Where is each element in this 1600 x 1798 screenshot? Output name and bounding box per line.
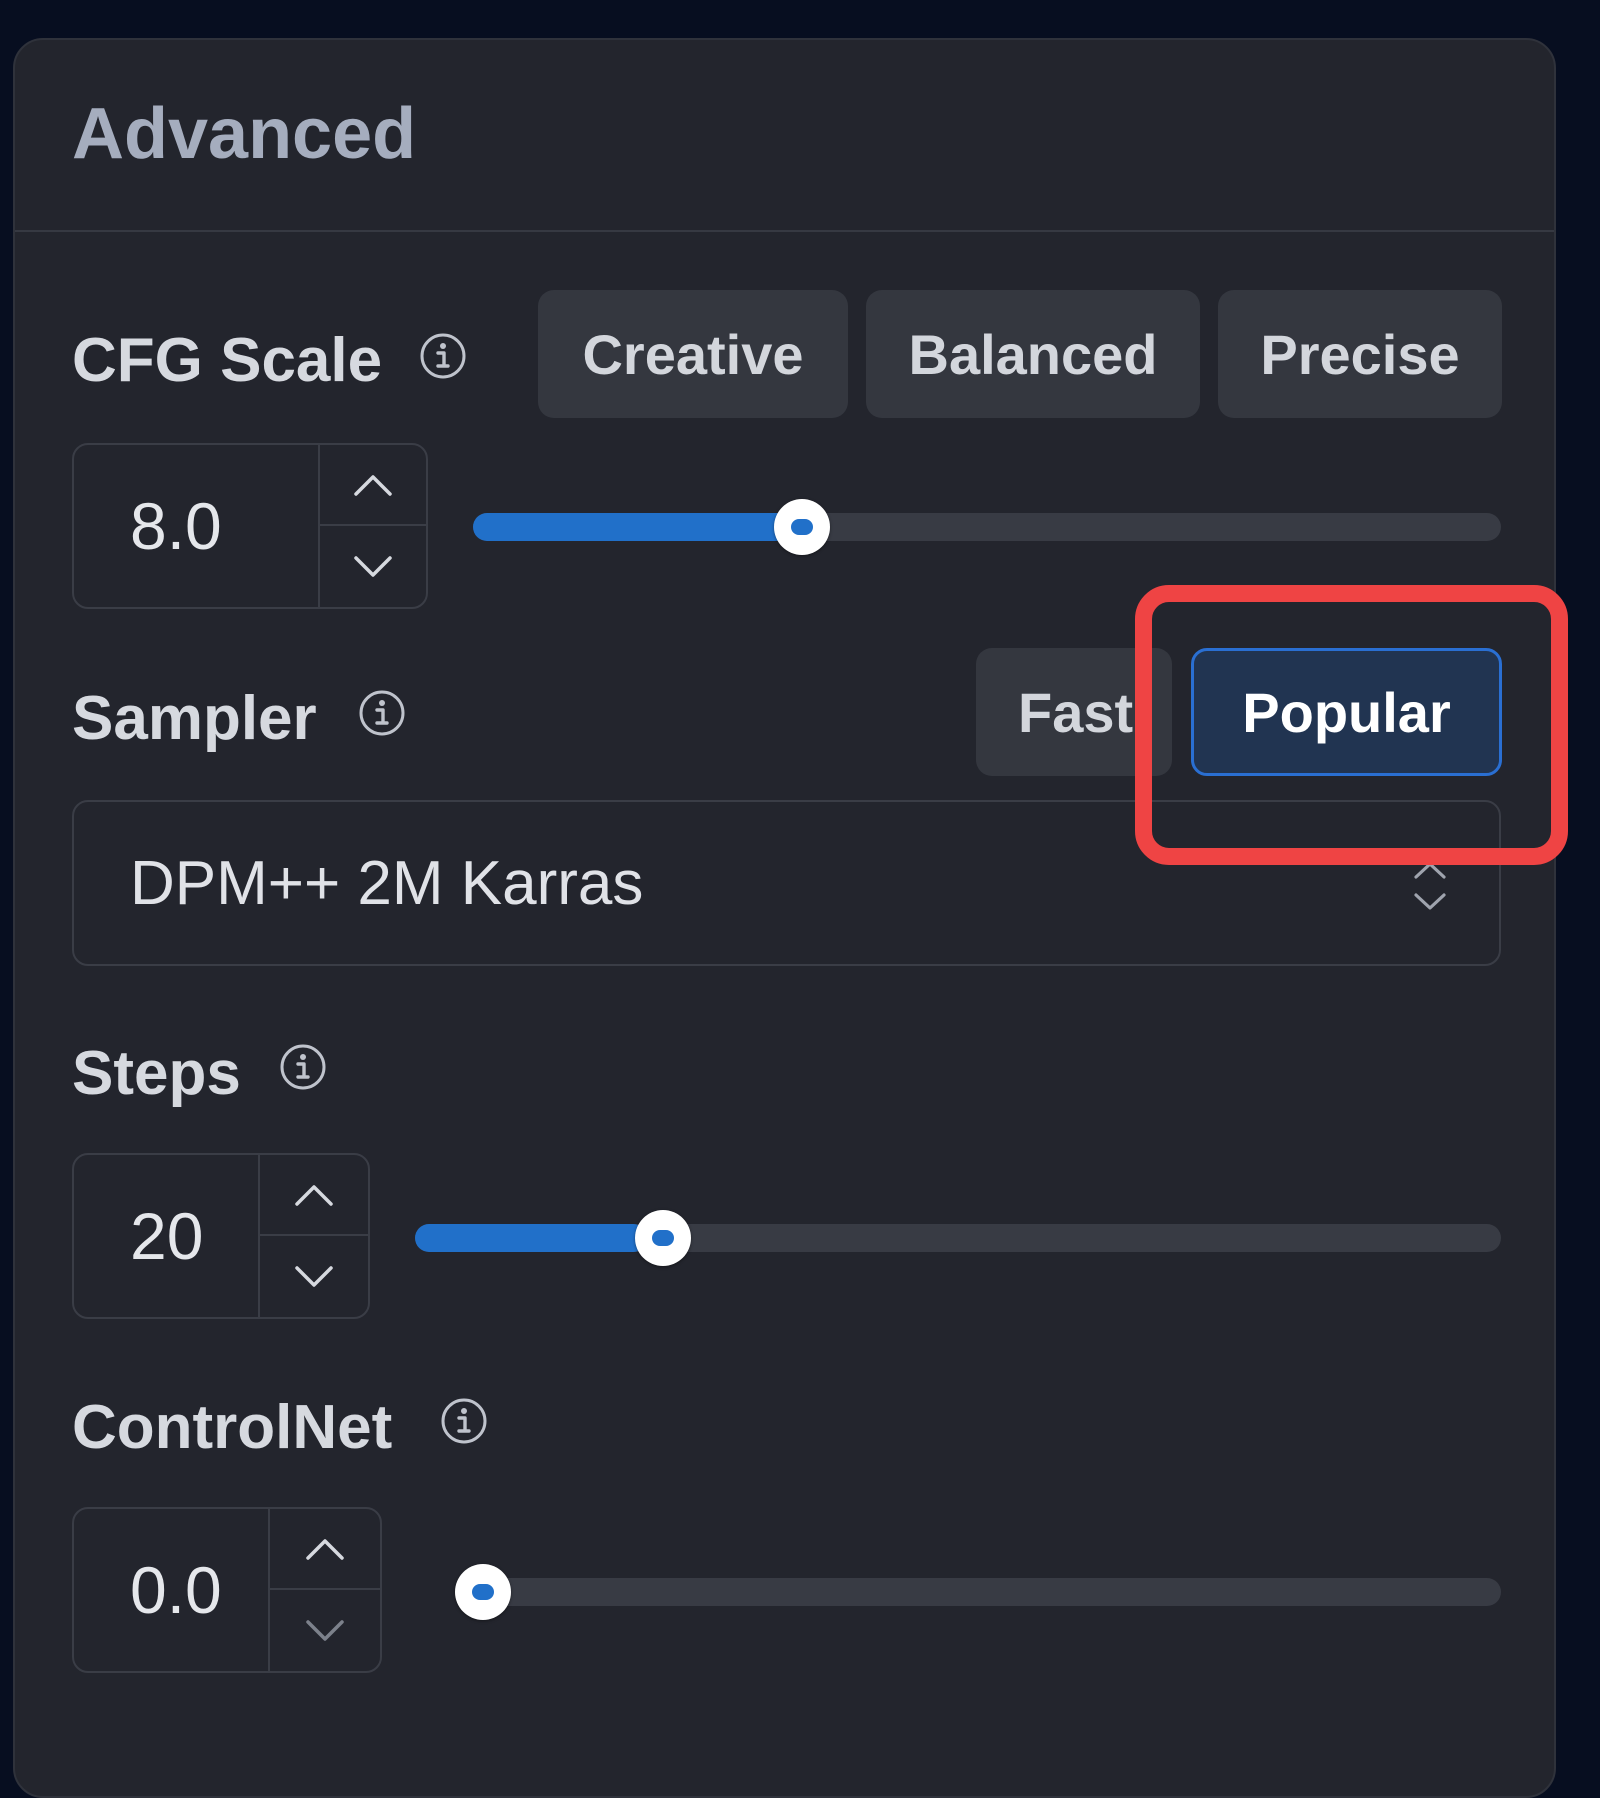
cfg-scale-label: CFG Scale — [72, 326, 383, 395]
controlnet-stepper — [268, 1509, 380, 1671]
steps-stepper — [258, 1155, 368, 1317]
controlnet-info-icon[interactable] — [440, 1397, 488, 1445]
controlnet-value[interactable]: 0.0 — [130, 1509, 222, 1671]
chevron-down-icon — [295, 1265, 333, 1287]
cfg-scale-slider[interactable] — [473, 499, 1501, 555]
controlnet-slider[interactable] — [455, 1564, 1501, 1620]
sampler-select[interactable]: DPM++ 2M Karras — [72, 800, 1501, 966]
cfg-scale-number-input[interactable]: 8.0 — [72, 443, 428, 609]
chevron-down-icon — [306, 1619, 344, 1641]
cfg-scale-value[interactable]: 8.0 — [130, 445, 222, 607]
chevron-up-icon — [306, 1538, 344, 1560]
chevron-up-icon — [295, 1184, 333, 1206]
steps-label: Steps — [72, 1039, 241, 1108]
cfg-preset-balanced-button[interactable]: Balanced — [866, 290, 1200, 418]
advanced-panel: Advanced CFG Scale Creative Balanced Pre… — [13, 38, 1556, 1798]
sampler-filter-popular-button[interactable]: Popular — [1191, 648, 1502, 776]
controlnet-label: ControlNet — [72, 1393, 393, 1462]
steps-value[interactable]: 20 — [130, 1155, 203, 1317]
controlnet-decrement-button[interactable] — [270, 1590, 380, 1671]
controlnet-increment-button[interactable] — [270, 1509, 380, 1590]
sampler-filter-fast-button[interactable]: Fast — [976, 648, 1172, 776]
cfg-scale-increment-button[interactable] — [320, 445, 426, 526]
steps-slider-fill — [415, 1224, 648, 1252]
controlnet-number-input[interactable]: 0.0 — [72, 1507, 382, 1673]
steps-decrement-button[interactable] — [260, 1236, 368, 1317]
steps-slider-thumb[interactable] — [635, 1210, 692, 1266]
steps-info-icon[interactable] — [279, 1043, 327, 1091]
cfg-scale-decrement-button[interactable] — [320, 526, 426, 607]
sampler-selected-value: DPM++ 2M Karras — [130, 848, 644, 918]
chevron-up-down-icon — [1414, 862, 1446, 910]
controlnet-slider-track[interactable] — [455, 1578, 1501, 1606]
cfg-preset-creative-button[interactable]: Creative — [538, 290, 848, 418]
controlnet-slider-thumb[interactable] — [455, 1564, 511, 1620]
cfg-scale-slider-fill — [473, 513, 792, 541]
sampler-label: Sampler — [72, 684, 317, 753]
cfg-preset-precise-button[interactable]: Precise — [1218, 290, 1502, 418]
panel-header: Advanced — [15, 40, 1554, 232]
cfg-scale-slider-thumb[interactable] — [774, 499, 831, 555]
cfg-scale-info-icon[interactable] — [419, 332, 467, 380]
steps-slider[interactable] — [415, 1210, 1501, 1266]
sampler-info-icon[interactable] — [358, 689, 406, 737]
chevron-down-icon — [354, 555, 392, 577]
panel-title: Advanced — [72, 94, 417, 174]
chevron-up-icon — [354, 474, 392, 496]
steps-increment-button[interactable] — [260, 1155, 368, 1236]
cfg-scale-stepper — [318, 445, 426, 607]
steps-number-input[interactable]: 20 — [72, 1153, 370, 1319]
